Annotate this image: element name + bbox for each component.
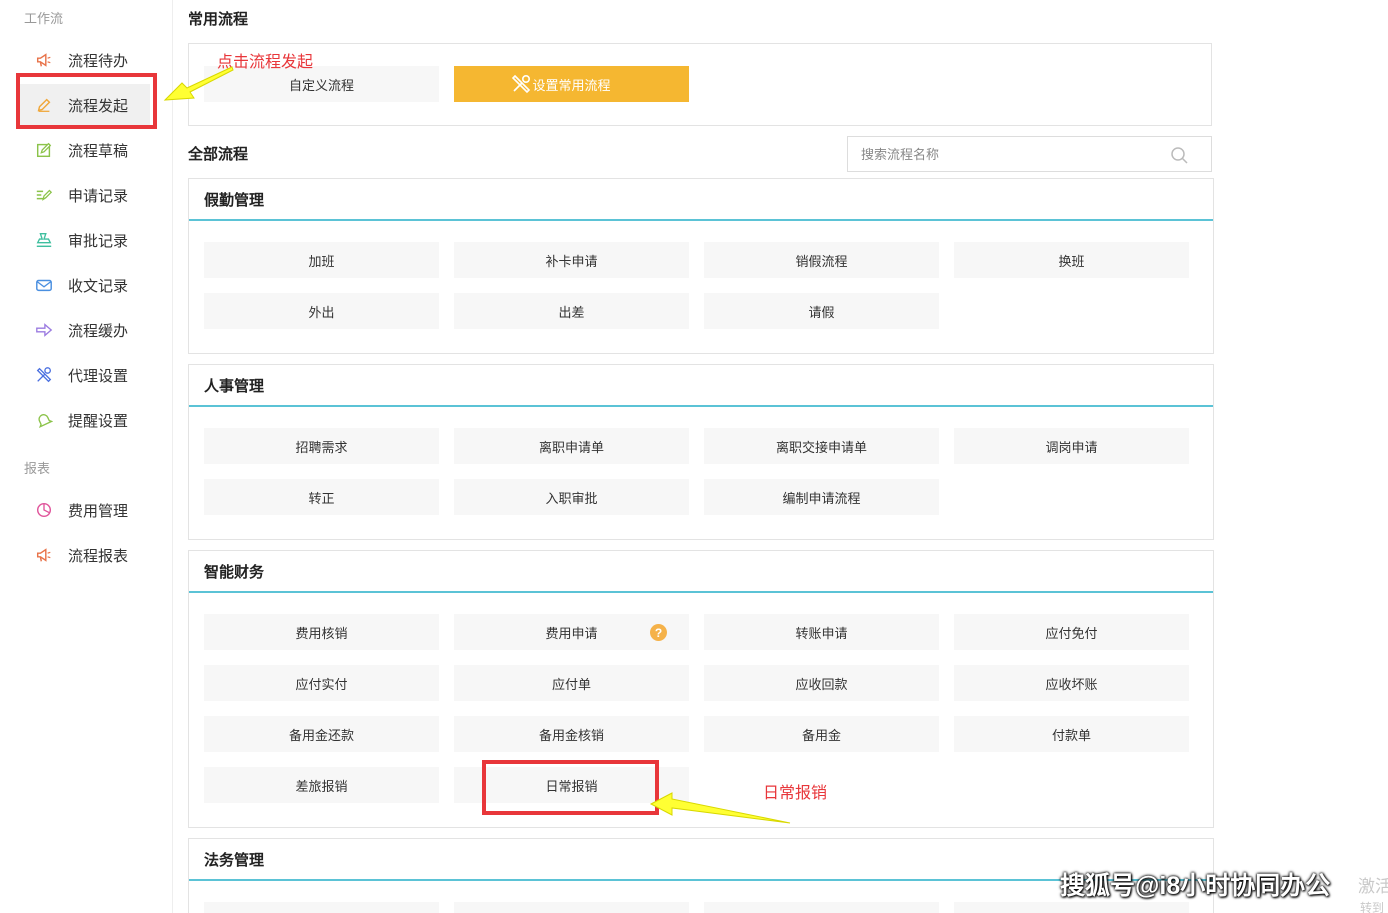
common-title: 常用流程 <box>188 11 249 28</box>
set-common-label: 设置常用流程 <box>532 77 611 93</box>
highlight-box-daily-expense <box>482 760 659 815</box>
process-button-expense-apply[interactable]: 费用申请 ? <box>454 614 689 650</box>
search-icon[interactable] <box>1169 145 1189 165</box>
process-button[interactable]: 备用金核销 <box>454 716 689 752</box>
process-button[interactable]: 应付单 <box>454 665 689 701</box>
draft-edit-icon <box>34 140 54 160</box>
process-button[interactable]: 入职审批 <box>454 479 689 515</box>
activate-subtext: 转到 <box>1360 901 1385 913</box>
process-button[interactable]: 离职申请单 <box>454 428 689 464</box>
apply-record-icon <box>34 185 54 205</box>
sidebar-group-report: 报表 <box>24 461 51 476</box>
process-button[interactable]: 销假流程 <box>704 242 939 278</box>
set-common-button[interactable]: 设置常用流程 <box>454 66 689 102</box>
process-button[interactable]: 应收回款 <box>704 665 939 701</box>
tools-icon <box>34 365 54 385</box>
help-icon[interactable]: ? <box>650 624 667 641</box>
sidebar-item-label: 收文记录 <box>68 277 129 295</box>
sidebar-item-label: 流程草稿 <box>68 142 129 160</box>
arrow-right-icon <box>34 320 54 340</box>
sidebar-item-label: 审批记录 <box>68 232 129 250</box>
search-box <box>847 136 1212 172</box>
process-button[interactable]: 编制申请流程 <box>704 479 939 515</box>
highlight-box-start <box>16 73 157 129</box>
sidebar-item-label: 流程缓办 <box>68 322 129 340</box>
activate-text: 激活 <box>1358 877 1388 896</box>
sidebar-item-label: 流程报表 <box>68 547 129 565</box>
process-button[interactable]: 加班 <box>204 242 439 278</box>
process-button[interactable]: 转正 <box>204 479 439 515</box>
sidebar-item-draft[interactable]: 流程草稿 <box>18 129 150 171</box>
panel-hr: 人事管理 招聘需求 离职申请单 离职交接申请单 调岗申请 转正 入职审批 编制申… <box>188 364 1214 540</box>
process-button[interactable] <box>954 902 1189 913</box>
process-button[interactable]: 付款单 <box>954 716 1189 752</box>
sidebar-item-label: 费用管理 <box>68 502 129 520</box>
process-button[interactable]: 补卡申请 <box>454 242 689 278</box>
process-button[interactable]: 招聘需求 <box>204 428 439 464</box>
panel-finance: 智能财务 费用核销 费用申请 ? 转账申请 应付免付 应付实付 应付单 应收回款… <box>188 550 1214 828</box>
sidebar: 工作流 流程待办 流程发起 流程草稿 申请记录 审批记录 收文记录 流程缓办 代… <box>0 0 173 913</box>
panel-title: 智能财务 <box>189 551 1213 593</box>
process-label: 费用申请 <box>545 625 598 641</box>
sidebar-item-receive-record[interactable]: 收文记录 <box>18 264 150 306</box>
megaphone-icon <box>34 50 54 70</box>
process-button[interactable]: 费用核销 <box>204 614 439 650</box>
process-button[interactable]: 备用金 <box>704 716 939 752</box>
search-input[interactable] <box>861 146 1161 162</box>
sidebar-item-report[interactable]: 流程报表 <box>18 534 150 576</box>
process-button[interactable] <box>704 902 939 913</box>
sidebar-item-delay[interactable]: 流程缓办 <box>18 309 150 351</box>
process-button[interactable]: 转账申请 <box>704 614 939 650</box>
sidebar-item-apply-record[interactable]: 申请记录 <box>18 174 150 216</box>
process-button[interactable]: 外出 <box>204 293 439 329</box>
stamp-icon <box>34 230 54 250</box>
common-box: 自定义流程 设置常用流程 <box>188 43 1212 126</box>
sidebar-item-reminder[interactable]: 提醒设置 <box>18 399 150 441</box>
sidebar-item-label: 提醒设置 <box>68 412 129 430</box>
process-button[interactable]: 差旅报销 <box>204 767 439 803</box>
sidebar-item-agent[interactable]: 代理设置 <box>18 354 150 396</box>
all-title: 全部流程 <box>188 146 249 163</box>
annotation-daily-expense: 日常报销 <box>763 785 828 802</box>
sidebar-group-workflow: 工作流 <box>24 11 64 26</box>
process-button[interactable]: 离职交接申请单 <box>704 428 939 464</box>
panel-title: 假勤管理 <box>189 179 1213 221</box>
process-button[interactable]: 应收坏账 <box>954 665 1189 701</box>
watermark: 搜狐号@i8小时协同办公 <box>1060 872 1331 900</box>
bell-icon <box>34 410 54 430</box>
panel-title: 人事管理 <box>189 365 1213 407</box>
process-button[interactable]: 应付免付 <box>954 614 1189 650</box>
panel-attendance: 假勤管理 加班 补卡申请 销假流程 换班 外出 出差 请假 <box>188 178 1214 354</box>
sidebar-item-approve-record[interactable]: 审批记录 <box>18 219 150 261</box>
process-button[interactable]: 出差 <box>454 293 689 329</box>
process-button[interactable]: 应付实付 <box>204 665 439 701</box>
process-button[interactable] <box>204 902 439 913</box>
tools-icon <box>511 74 531 94</box>
envelope-icon <box>34 275 54 295</box>
sidebar-item-label: 代理设置 <box>68 367 129 385</box>
sidebar-item-label: 申请记录 <box>68 187 129 205</box>
pie-chart-icon <box>34 500 54 520</box>
process-button[interactable]: 换班 <box>954 242 1189 278</box>
megaphone-icon <box>34 545 54 565</box>
process-button[interactable]: 请假 <box>704 293 939 329</box>
process-button[interactable]: 备用金还款 <box>204 716 439 752</box>
sidebar-item-cost[interactable]: 费用管理 <box>18 489 150 531</box>
process-button[interactable] <box>454 902 689 913</box>
sidebar-item-label: 流程待办 <box>68 52 129 70</box>
process-button[interactable]: 调岗申请 <box>954 428 1189 464</box>
annotation-click-start: 点击流程发起 <box>217 54 314 71</box>
